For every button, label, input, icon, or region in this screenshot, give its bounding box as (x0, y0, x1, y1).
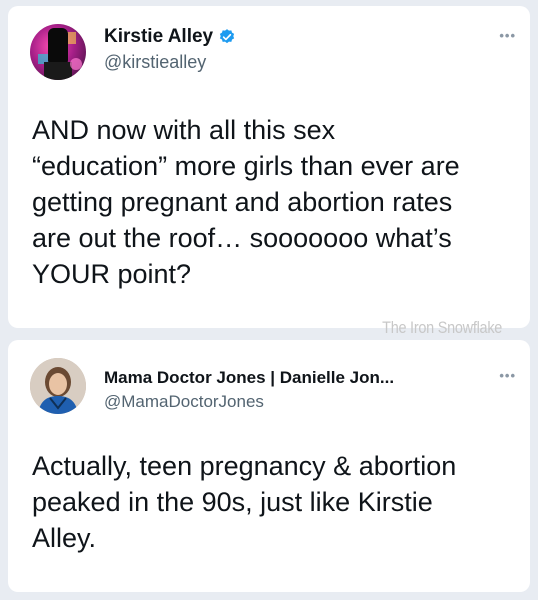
tweet-card[interactable]: Mama Doctor Jones | Danielle Jon... @Mam… (8, 340, 530, 592)
author-row: Kirstie Alley (104, 26, 236, 48)
author-name[interactable]: Mama Doctor Jones | Danielle Jon... (104, 368, 394, 388)
more-options-icon[interactable]: ••• (499, 368, 516, 383)
author-name[interactable]: Kirstie Alley (104, 26, 213, 48)
author-handle[interactable]: @MamaDoctorJones (104, 392, 264, 412)
avatar[interactable] (30, 358, 86, 414)
tweet-card[interactable]: Kirstie Alley @kirstiealley ••• AND now … (8, 6, 530, 328)
user-avatar (30, 358, 86, 414)
user-avatar (38, 28, 82, 80)
author-handle[interactable]: @kirstiealley (104, 52, 206, 73)
avatar[interactable] (30, 24, 86, 80)
more-options-icon[interactable]: ••• (499, 28, 516, 43)
tweet-text: AND now with all this sex “education” mo… (32, 115, 460, 289)
tweet-text: Actually, teen pregnancy & abortion peak… (32, 451, 457, 553)
verified-badge-icon (218, 28, 236, 46)
author-row: Mama Doctor Jones | Danielle Jon... (104, 368, 394, 388)
watermark: The Iron Snowflake (382, 318, 502, 337)
